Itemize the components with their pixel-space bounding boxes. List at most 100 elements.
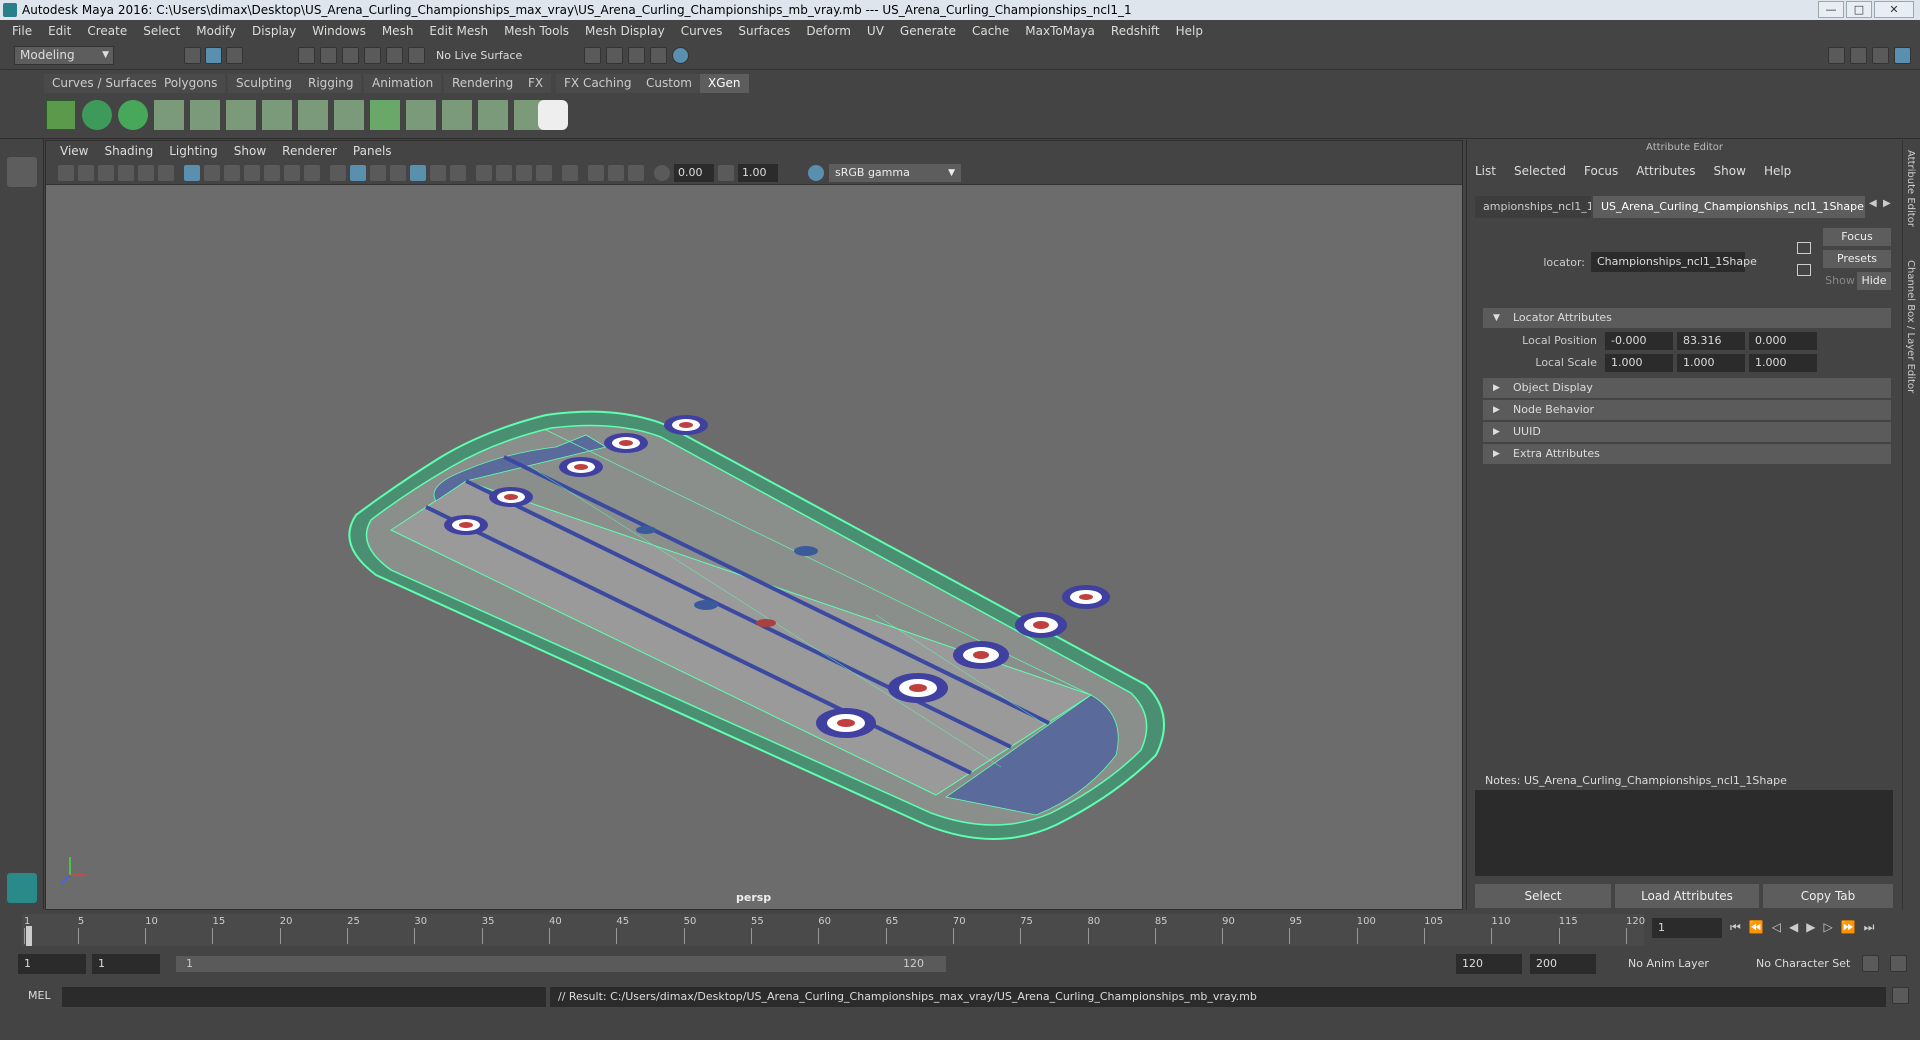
ae-menu-list[interactable]: List <box>1475 164 1496 178</box>
local-position-z-field[interactable]: 0.000 <box>1749 332 1817 350</box>
auto-key-icon[interactable] <box>1862 955 1879 972</box>
menu-maxtomaya[interactable]: MaxToMaya <box>1017 24 1103 38</box>
step-back-key-icon[interactable]: ◁ <box>1772 920 1789 934</box>
lasso-tool-icon[interactable] <box>7 193 37 223</box>
grooming-place-icon[interactable] <box>190 100 220 130</box>
menu-modify[interactable]: Modify <box>188 24 244 38</box>
exposure-field[interactable]: 0.00 <box>674 164 714 182</box>
copy-tab-button[interactable]: Copy Tab <box>1763 884 1893 908</box>
time-ruler[interactable]: 1 5 10 15 20 25 30 35 40 45 50 55 60 65 70 75 80 85 90 95 10… <box>22 914 1645 946</box>
local-scale-y-field[interactable]: 1.000 <box>1677 354 1745 372</box>
image-plane-icon[interactable] <box>118 165 134 181</box>
snap-surface-icon[interactable] <box>386 47 403 64</box>
exposure-icon[interactable] <box>654 165 670 181</box>
grooming-clump-icon[interactable] <box>442 100 472 130</box>
play-backward-icon[interactable]: ◀ <box>1789 920 1806 934</box>
persp-outliner-layout-icon[interactable] <box>7 575 37 605</box>
focus-node-icon[interactable] <box>1797 242 1811 254</box>
viewport-menu-view[interactable]: View <box>52 144 96 158</box>
menu-cache[interactable]: Cache <box>964 24 1017 38</box>
menu-mesh-tools[interactable]: Mesh Tools <box>496 24 577 38</box>
isolate-select-icon[interactable] <box>562 165 578 181</box>
section-locator-attributes[interactable]: ▼ Locator Attributes <box>1483 308 1891 328</box>
menu-file[interactable]: File <box>4 24 40 38</box>
section-object-display[interactable]: ▶ Object Display <box>1483 378 1891 398</box>
shelf-tab-custom[interactable]: Custom <box>638 74 700 93</box>
shelf-tab-sculpting[interactable]: Sculpting <box>228 74 301 93</box>
tab-scroll-right-icon[interactable]: ▶ <box>1883 198 1891 209</box>
step-forward-icon[interactable]: ⏩ <box>1841 920 1864 934</box>
anim-layer-dropdown[interactable]: No Anim Layer <box>1622 954 1738 974</box>
minimize-button[interactable]: — <box>1818 1 1844 18</box>
focus-button[interactable]: Focus <box>1823 228 1891 246</box>
xray-joints-icon[interactable] <box>608 165 624 181</box>
shadows-icon[interactable] <box>450 165 466 181</box>
ae-tab-shape[interactable]: US_Arena_Curling_Championships_ncl1_1Sha… <box>1593 196 1865 218</box>
grooming-noise-icon[interactable] <box>478 100 508 130</box>
hexagon-icon[interactable] <box>538 100 568 130</box>
local-scale-x-field[interactable]: 1.000 <box>1605 354 1673 372</box>
camera-select-icon[interactable] <box>58 165 74 181</box>
safe-title-icon[interactable] <box>304 165 320 181</box>
scale-tool-icon[interactable] <box>7 337 37 367</box>
show-node-icon[interactable] <box>1797 264 1811 276</box>
close-button[interactable]: ✕ <box>1874 1 1914 18</box>
load-attributes-button[interactable]: Load Attributes <box>1615 884 1759 908</box>
hypershade-icon[interactable] <box>672 47 689 64</box>
xray-icon[interactable] <box>588 165 604 181</box>
render-frame-icon[interactable] <box>606 47 623 64</box>
snap-curve-icon[interactable] <box>320 47 337 64</box>
shelf-tab-polygons[interactable]: Polygons <box>156 74 226 93</box>
section-uuid[interactable]: ▶ UUID <box>1483 422 1891 442</box>
grooming-tool-icon[interactable] <box>154 100 184 130</box>
color-space-dropdown[interactable]: sRGB gamma ▼ <box>829 164 961 182</box>
menu-display[interactable]: Display <box>244 24 304 38</box>
node-name-field[interactable]: Championships_ncl1_1Shape <box>1591 252 1757 272</box>
play-forward-icon[interactable]: ▶ <box>1806 920 1823 934</box>
single-perspective-layout-icon[interactable] <box>7 423 37 453</box>
range-bar[interactable]: 1 120 <box>176 956 946 972</box>
current-frame-field[interactable]: 1 <box>1652 918 1722 938</box>
film-gate-icon[interactable] <box>204 165 220 181</box>
menu-surfaces[interactable]: Surfaces <box>730 24 798 38</box>
grooming-freeze-icon[interactable] <box>298 100 328 130</box>
menu-edit-mesh[interactable]: Edit Mesh <box>421 24 496 38</box>
viewport-menu-renderer[interactable]: Renderer <box>274 144 345 158</box>
command-input[interactable] <box>62 987 546 1007</box>
ipr-render-icon[interactable] <box>628 47 645 64</box>
render-settings-icon[interactable] <box>650 47 667 64</box>
curling-rink-model[interactable] <box>348 410 1165 840</box>
paint-select-tool-icon[interactable] <box>7 229 37 259</box>
menu-create[interactable]: Create <box>79 24 135 38</box>
viewport-menu-show[interactable]: Show <box>226 144 274 158</box>
playback-end-field[interactable]: 120 <box>1456 954 1522 974</box>
select-tool-icon[interactable] <box>7 157 37 187</box>
select-hierarchy-icon[interactable] <box>184 47 201 64</box>
xgen-preview-icon[interactable] <box>82 100 112 130</box>
mode-selector[interactable]: Modeling ▼ <box>14 46 114 65</box>
script-editor-icon[interactable] <box>1892 987 1909 1004</box>
gamma-icon[interactable] <box>718 165 734 181</box>
show-button[interactable]: Show <box>1823 272 1857 290</box>
go-to-start-icon[interactable]: ⏮ <box>1730 920 1749 934</box>
menu-generate[interactable]: Generate <box>892 24 964 38</box>
viewport-menu-panels[interactable]: Panels <box>345 144 400 158</box>
grid-icon[interactable] <box>184 165 200 181</box>
snap-point-icon[interactable] <box>342 47 359 64</box>
section-node-behavior[interactable]: ▶ Node Behavior <box>1483 400 1891 420</box>
snap-center-icon[interactable] <box>408 47 425 64</box>
menu-redshift[interactable]: Redshift <box>1103 24 1168 38</box>
field-chart-icon[interactable] <box>264 165 280 181</box>
menu-curves[interactable]: Curves <box>673 24 731 38</box>
menu-deform[interactable]: Deform <box>798 24 859 38</box>
step-forward-key-icon[interactable]: ▷ <box>1823 920 1840 934</box>
depth-of-field-icon[interactable] <box>536 165 552 181</box>
maximize-button[interactable]: □ <box>1846 1 1872 18</box>
step-back-icon[interactable]: ⏪ <box>1749 920 1772 934</box>
snap-view-icon[interactable] <box>364 47 381 64</box>
menu-mesh[interactable]: Mesh <box>374 24 422 38</box>
playback-start-field[interactable]: 1 <box>92 954 160 974</box>
viewport-menu-shading[interactable]: Shading <box>96 144 161 158</box>
go-to-end-icon[interactable]: ⏭ <box>1864 920 1883 934</box>
shelf-tab-curves-surfaces[interactable]: Curves / Surfaces <box>44 74 166 93</box>
